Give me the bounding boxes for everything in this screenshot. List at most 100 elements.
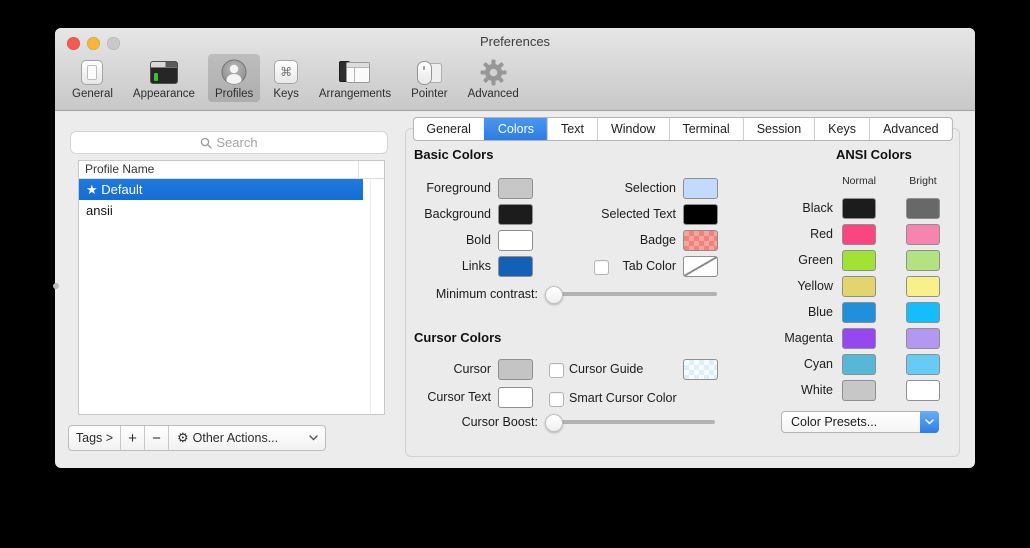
remove-profile-button[interactable]: −: [145, 426, 169, 450]
ansi-magenta-bright-well[interactable]: [906, 328, 940, 349]
badge-label: Badge: [556, 230, 676, 251]
chevron-down-icon: [920, 411, 939, 433]
toolbar-item-label: Arrangements: [319, 88, 391, 100]
smart-cursor-color-checkbox[interactable]: [549, 392, 564, 407]
bold-color-well[interactable]: [498, 230, 533, 251]
scrollbar-track[interactable]: [370, 178, 371, 414]
minimum-contrast-slider[interactable]: [547, 292, 717, 296]
toolbar-item-arrangements[interactable]: Arrangements: [312, 54, 398, 102]
ansi-black-normal-well[interactable]: [842, 198, 876, 219]
cursor-guide-color-well[interactable]: [683, 359, 718, 380]
window-appearance-icon: [150, 61, 178, 84]
chevron-down-icon: [309, 435, 318, 441]
links-label: Links: [406, 256, 491, 277]
toolbar-item-label: Advanced: [468, 88, 519, 100]
column-divider: [358, 161, 359, 178]
selection-color-well[interactable]: [683, 178, 718, 199]
tab-colors[interactable]: Colors: [484, 118, 547, 140]
preferences-window: Preferences General Appearance: [55, 28, 975, 468]
ansi-red-normal-well[interactable]: [842, 224, 876, 245]
foreground-color-well[interactable]: [498, 178, 533, 199]
search-icon: [200, 137, 212, 149]
tab-session[interactable]: Session: [743, 118, 814, 140]
profile-list: Profile Name ★ Default ansii: [78, 160, 385, 415]
profile-actions-group: Tags > + − ⚙ Other Actions...: [68, 425, 326, 451]
tab-color-well[interactable]: [683, 256, 718, 277]
tags-button[interactable]: Tags >: [69, 426, 121, 450]
toolbar-item-advanced[interactable]: Advanced: [461, 54, 526, 102]
bright-column-label: Bright: [890, 175, 956, 187]
minimum-contrast-label: Minimum contrast:: [406, 284, 538, 305]
profile-row-ansii[interactable]: ansii: [79, 200, 363, 221]
ansi-yellow-label: Yellow: [743, 276, 833, 297]
selection-label: Selection: [556, 178, 676, 199]
mouse-icon: [414, 61, 444, 84]
badge-color-well[interactable]: [683, 230, 718, 251]
toolbar-item-label: Appearance: [133, 88, 195, 100]
tab-color-label: Tab Color: [556, 256, 676, 277]
toolbar-item-label: Keys: [273, 88, 299, 100]
splitter-handle-dot[interactable]: [53, 283, 59, 289]
ansi-colors-title: ANSI Colors: [836, 147, 912, 162]
links-color-well[interactable]: [498, 256, 533, 277]
tab-text[interactable]: Text: [547, 118, 597, 140]
ansi-blue-bright-well[interactable]: [906, 302, 940, 323]
command-key-icon: ⌘: [274, 60, 298, 84]
ansi-green-normal-well[interactable]: [842, 250, 876, 271]
ansi-cyan-normal-well[interactable]: [842, 354, 876, 375]
slider-knob[interactable]: [545, 286, 563, 304]
tab-window[interactable]: Window: [597, 118, 668, 140]
toolbar-item-appearance[interactable]: Appearance: [126, 54, 202, 102]
ansi-green-bright-well[interactable]: [906, 250, 940, 271]
tab-terminal[interactable]: Terminal: [668, 118, 742, 140]
toolbar-item-general[interactable]: General: [65, 54, 120, 102]
tab-general[interactable]: General: [413, 118, 483, 140]
normal-column-label: Normal: [826, 175, 892, 187]
ansi-cyan-label: Cyan: [743, 354, 833, 375]
tab-advanced[interactable]: Advanced: [869, 118, 952, 140]
person-icon: [221, 57, 247, 87]
ansi-white-normal-well[interactable]: [842, 380, 876, 401]
basic-colors-title: Basic Colors: [414, 147, 493, 162]
cursor-color-well[interactable]: [498, 359, 533, 380]
profile-row-default[interactable]: ★ Default: [79, 179, 363, 200]
cursor-label: Cursor: [406, 359, 491, 380]
switch-icon: [81, 60, 103, 85]
add-profile-button[interactable]: +: [121, 426, 145, 450]
gear-icon: [480, 57, 507, 87]
toolbar-item-profiles[interactable]: Profiles: [208, 54, 260, 102]
search-placeholder: Search: [216, 135, 257, 150]
ansi-green-label: Green: [743, 250, 833, 271]
cursor-guide-label: Cursor Guide: [569, 362, 643, 377]
ansi-blue-normal-well[interactable]: [842, 302, 876, 323]
other-actions-dropdown[interactable]: ⚙ Other Actions...: [169, 426, 325, 450]
cursor-text-color-well[interactable]: [498, 387, 533, 408]
selected-text-color-well[interactable]: [683, 204, 718, 225]
background-color-well[interactable]: [498, 204, 533, 225]
cursor-guide-checkbox[interactable]: [549, 363, 564, 378]
profile-list-header[interactable]: Profile Name: [79, 161, 384, 179]
cursor-boost-label: Cursor Boost:: [406, 412, 538, 433]
windows-stack-icon: [339, 61, 371, 83]
ansi-blue-label: Blue: [743, 302, 833, 323]
ansi-cyan-bright-well[interactable]: [906, 354, 940, 375]
ansi-white-bright-well[interactable]: [906, 380, 940, 401]
cursor-boost-slider[interactable]: [547, 420, 715, 424]
ansi-yellow-bright-well[interactable]: [906, 276, 940, 297]
toolbar-item-keys[interactable]: ⌘ Keys: [266, 54, 306, 102]
ansi-magenta-normal-well[interactable]: [842, 328, 876, 349]
slider-knob[interactable]: [545, 414, 563, 432]
ansi-red-bright-well[interactable]: [906, 224, 940, 245]
tab-keys[interactable]: Keys: [814, 118, 869, 140]
color-presets-dropdown[interactable]: Color Presets...: [781, 411, 939, 433]
toolbar-item-pointer[interactable]: Pointer: [404, 54, 454, 102]
selected-text-label: Selected Text: [556, 204, 676, 225]
ansi-black-bright-well[interactable]: [906, 198, 940, 219]
window-chrome: Preferences General Appearance: [55, 28, 975, 111]
ansi-yellow-normal-well[interactable]: [842, 276, 876, 297]
search-input[interactable]: Search: [70, 131, 388, 154]
background-label: Background: [406, 204, 491, 225]
smart-cursor-color-label: Smart Cursor Color: [569, 391, 677, 406]
cursor-colors-title: Cursor Colors: [414, 330, 501, 345]
foreground-label: Foreground: [406, 178, 491, 199]
